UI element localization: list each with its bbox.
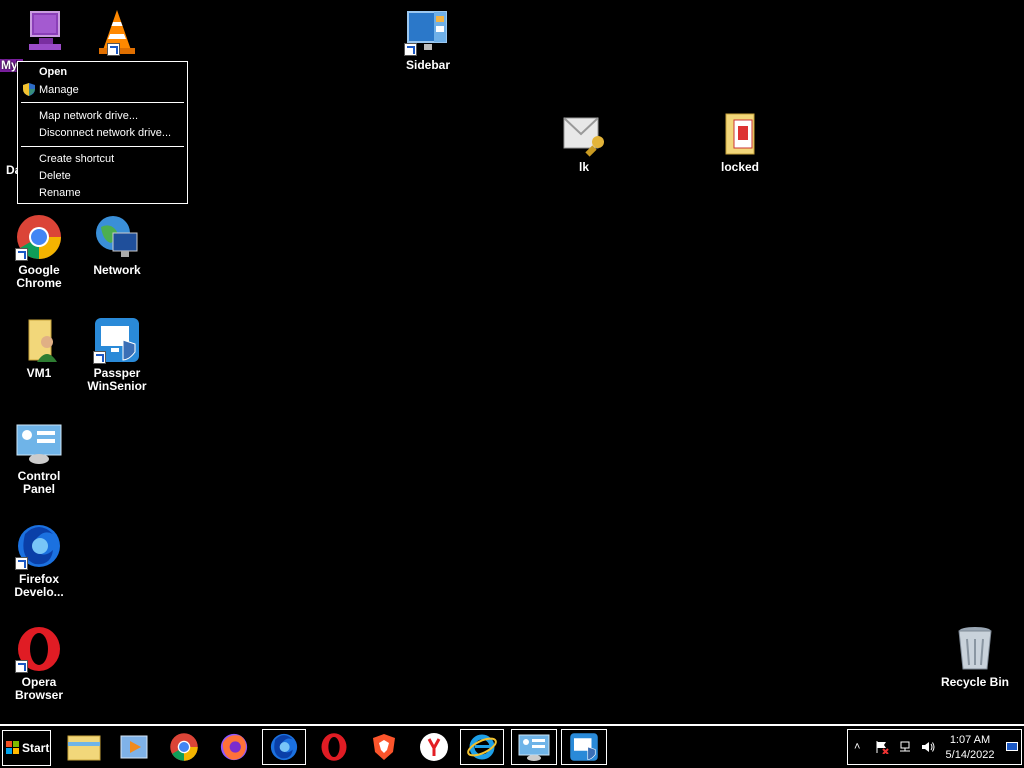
- uac-shield-icon: [23, 83, 35, 96]
- passper-icon: [570, 733, 598, 761]
- desktop: My Sidebar lk locked Da Google Chrome Ne…: [0, 0, 1024, 724]
- taskbar-file-explorer[interactable]: [62, 729, 106, 765]
- opera-icon: [321, 733, 347, 761]
- taskbar-chrome[interactable]: [162, 729, 206, 765]
- chrome-icon: [15, 213, 63, 261]
- taskbar-brave[interactable]: [362, 729, 406, 765]
- vlc-desktop-icon[interactable]: [78, 8, 156, 56]
- shortcut-arrow-icon: [93, 351, 106, 364]
- lk-desktop-icon[interactable]: lk: [545, 110, 623, 174]
- opera-icon: [15, 625, 63, 673]
- taskbar-opera[interactable]: [312, 729, 356, 765]
- menu-item-map-network-drive[interactable]: Map network drive...: [39, 108, 138, 124]
- vm1-desktop-icon[interactable]: VM1: [0, 316, 78, 380]
- locked-desktop-icon[interactable]: locked: [701, 110, 779, 174]
- menu-separator: [21, 102, 184, 103]
- shortcut-arrow-icon: [15, 557, 28, 570]
- windows-logo-icon: [6, 741, 19, 754]
- menu-item-open[interactable]: Open: [39, 64, 67, 80]
- taskbar-firefox-developer[interactable]: [262, 729, 306, 765]
- menu-item-manage[interactable]: Manage: [39, 82, 79, 98]
- recycle-bin-icon: [951, 625, 999, 673]
- locked-letter-icon: [560, 110, 608, 158]
- menu-item-create-shortcut[interactable]: Create shortcut: [39, 151, 114, 167]
- network-desktop-icon[interactable]: Network: [78, 213, 156, 277]
- firefox-icon: [220, 733, 248, 761]
- menu-item-rename[interactable]: Rename: [39, 185, 81, 201]
- icon-label: Firefox Develo...: [14, 572, 64, 599]
- menu-item-delete[interactable]: Delete: [39, 168, 71, 184]
- network-globe-icon: [93, 213, 141, 261]
- user-folder-icon: [15, 316, 63, 364]
- start-button[interactable]: Start: [2, 730, 51, 766]
- icon-label: Control Panel: [17, 469, 61, 496]
- internet-explorer-icon: [467, 734, 497, 760]
- google-chrome-desktop-icon[interactable]: Google Chrome: [0, 213, 78, 290]
- icon-label: Google Chrome: [16, 263, 62, 290]
- taskbar-internet-explorer[interactable]: [460, 729, 504, 765]
- shortcut-arrow-icon: [404, 43, 417, 56]
- vlc-icon: [93, 8, 141, 56]
- control-panel-desktop-icon[interactable]: Control Panel: [0, 419, 78, 496]
- firefox-developer-desktop-icon[interactable]: Firefox Develo...: [0, 522, 78, 599]
- file-explorer-icon: [67, 735, 101, 761]
- taskbar-firefox[interactable]: [212, 729, 256, 765]
- icon-label: lk: [578, 160, 589, 174]
- passper-desktop-icon[interactable]: Passper WinSenior: [78, 316, 156, 393]
- show-hidden-icons-chevron-icon[interactable]: ˄: [854, 740, 868, 754]
- locked-folder-icon: [716, 110, 764, 158]
- volume-icon[interactable]: [921, 740, 935, 754]
- brave-icon: [373, 734, 395, 760]
- icon-label: VM1: [26, 366, 52, 380]
- icon-label: Network: [93, 263, 141, 277]
- shortcut-arrow-icon: [15, 660, 28, 673]
- sidebar-desktop-icon[interactable]: Sidebar: [389, 8, 467, 72]
- clock-time: 1:07 AM: [949, 734, 991, 746]
- media-player-icon: [120, 735, 148, 759]
- menu-separator: [21, 146, 184, 147]
- recycle-bin-desktop-icon[interactable]: Recycle Bin: [936, 625, 1014, 689]
- icon-label: locked: [720, 160, 759, 174]
- firefox-dev-icon: [270, 733, 298, 761]
- clock-date: 5/14/2022: [945, 749, 995, 761]
- opera-desktop-icon[interactable]: Opera Browser: [0, 625, 78, 702]
- show-desktop-icon[interactable]: [1005, 740, 1019, 754]
- clock[interactable]: 1:07 AM 5/14/2022: [940, 733, 1000, 763]
- start-label: Start: [22, 741, 50, 755]
- chrome-icon: [170, 733, 198, 761]
- network-status-icon[interactable]: [898, 740, 912, 754]
- action-center-flag-icon[interactable]: [875, 740, 889, 754]
- context-menu: Open Manage Map network drive... Disconn…: [17, 61, 188, 204]
- icon-label: Recycle Bin: [940, 675, 1010, 689]
- firefox-developer-icon: [15, 522, 63, 570]
- sidebar-icon: [404, 8, 452, 56]
- icon-label: Sidebar: [405, 58, 450, 72]
- taskbar-control-panel[interactable]: [511, 729, 557, 765]
- icon-label: Passper WinSenior: [87, 366, 147, 393]
- taskbar-media-player[interactable]: [112, 729, 156, 765]
- taskbar-yandex[interactable]: [412, 729, 456, 765]
- system-tray: ˄ 1:07 AM 5/14/2022: [847, 729, 1022, 765]
- shortcut-arrow-icon: [15, 248, 28, 261]
- icon-label: Opera Browser: [14, 675, 64, 702]
- yandex-icon: [420, 733, 448, 761]
- control-panel-icon: [15, 419, 63, 467]
- control-panel-icon: [518, 734, 550, 761]
- computer-icon: [15, 8, 63, 56]
- menu-item-disconnect-network-drive[interactable]: Disconnect network drive...: [39, 125, 171, 141]
- shortcut-arrow-icon: [107, 43, 120, 56]
- passper-icon: [93, 316, 141, 364]
- taskbar: Start ˄ 1:07 AM 5/14/2022: [0, 724, 1024, 768]
- taskbar-passper[interactable]: [561, 729, 607, 765]
